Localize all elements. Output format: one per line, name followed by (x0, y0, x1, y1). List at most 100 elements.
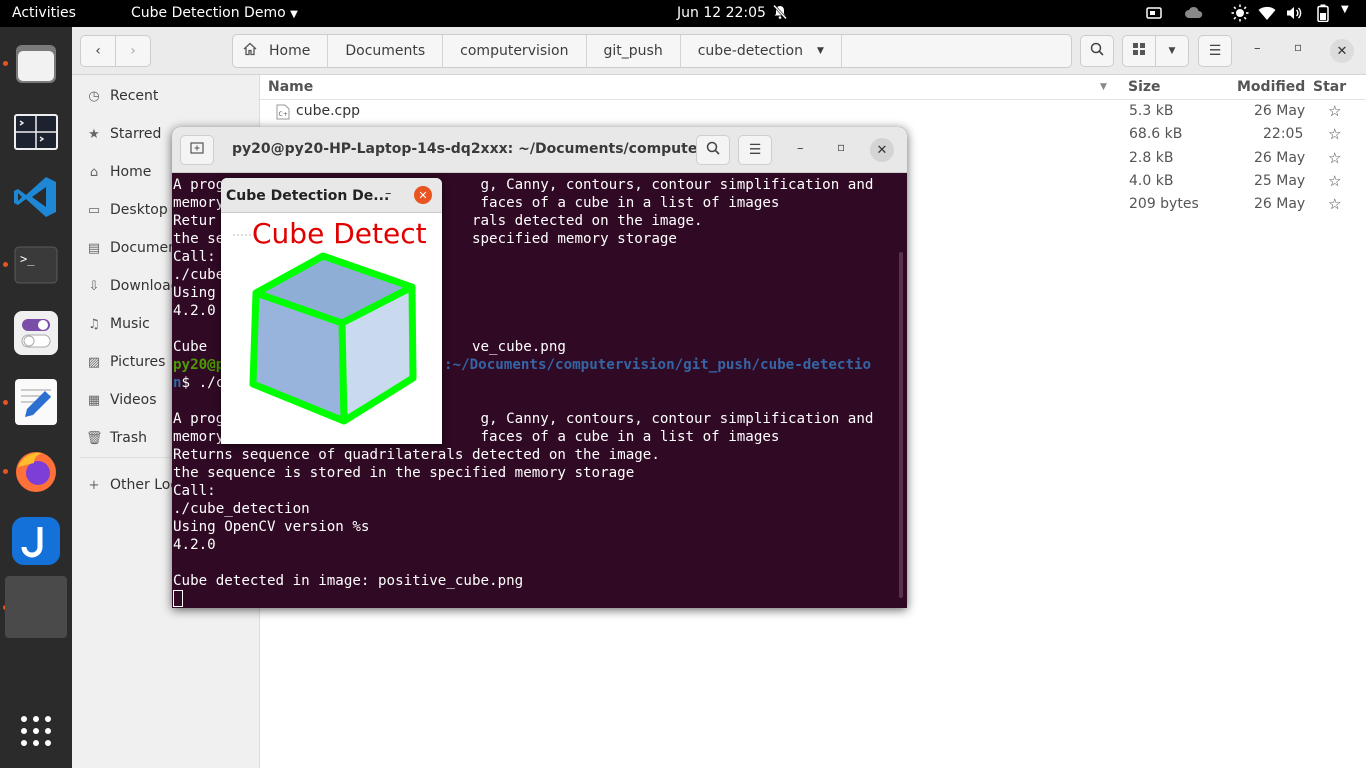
column-header-modified[interactable]: Modified (1237, 75, 1305, 99)
joplin-icon[interactable] (12, 517, 60, 565)
view-options-button[interactable]: ▼ (1155, 35, 1189, 67)
cloud-icon[interactable] (1184, 5, 1204, 25)
opencv-headerbar: Cube Detection De... – ✕ (221, 178, 442, 213)
picture-icon: ▨ (87, 354, 101, 370)
sidebar-item-recent[interactable]: ◷ Recent (86, 85, 158, 107)
trash-icon: 🗑 (86, 430, 103, 446)
chevron-down-icon: ▼ (290, 9, 298, 20)
star-toggle-icon[interactable]: ☆ (1328, 172, 1341, 190)
battery-icon[interactable] (1317, 4, 1329, 26)
sidebar-item-pictures[interactable]: ▨ Pictures (86, 351, 166, 373)
star-toggle-icon[interactable]: ☆ (1328, 195, 1341, 213)
blank-app[interactable] (5, 576, 67, 638)
search-icon (1090, 42, 1104, 60)
brightness-icon[interactable] (1231, 4, 1249, 26)
minimize-icon[interactable]: – (385, 186, 392, 201)
running-indicator (3, 61, 8, 66)
sidebar-item-trash[interactable]: 🗑 Trash (86, 427, 147, 449)
text-editor-icon[interactable] (15, 379, 57, 425)
plus-icon: + (88, 477, 100, 493)
prompt-path: :~/Documents/computervision/git_push/cub… (444, 357, 872, 373)
system-menu-chevron-icon[interactable]: ▼ (1341, 4, 1349, 15)
sidebar-item-desktop[interactable]: ▭ Desktop (86, 199, 168, 221)
new-tab-button[interactable] (180, 135, 214, 165)
video-icon: ▦ (87, 392, 101, 408)
terminal-line: 4.2.0 (173, 537, 216, 553)
desktop-icon: ▭ (87, 202, 101, 218)
minimize-icon[interactable]: – (797, 141, 804, 156)
firefox-icon[interactable] (12, 447, 60, 495)
activities-button[interactable]: Activities (12, 5, 76, 21)
file-modified: 26 May (1254, 103, 1306, 119)
files-icon[interactable] (12, 39, 60, 87)
column-header-name[interactable]: Name (268, 75, 313, 99)
star-toggle-icon[interactable]: ☆ (1328, 102, 1341, 120)
sidebar-item-videos[interactable]: ▦ Videos (86, 389, 157, 411)
sidebar-item-label: Videos (110, 392, 157, 408)
sidebar-item-label: Recent (110, 88, 159, 104)
main-menu-button[interactable]: ☰ (1198, 35, 1232, 67)
minimize-icon[interactable]: – (1254, 41, 1261, 56)
sidebar-item-starred[interactable]: ★ Starred (86, 123, 161, 145)
breadcrumb-computervision[interactable]: computervision (443, 35, 587, 67)
breadcrumb-git-push[interactable]: git_push (587, 35, 681, 67)
sidebar-item-label: Trash (110, 430, 147, 446)
forward-button[interactable]: › (115, 35, 151, 67)
maximize-icon[interactable]: ▫ (837, 140, 845, 154)
close-icon[interactable]: ✕ (414, 186, 432, 204)
file-modified: 26 May (1254, 150, 1306, 166)
file-row[interactable]: C+ cube.cpp 5.3 kB 26 May ☆ (260, 100, 1366, 123)
breadcrumb-documents[interactable]: Documents (328, 35, 444, 67)
download-icon: ⇩ (88, 278, 100, 294)
clock[interactable]: Jun 12 22:05 (677, 5, 766, 21)
sidebar-item-home[interactable]: ⌂ Home (86, 161, 151, 183)
files-headerbar: ‹ › Home Documents computervision git_pu… (72, 27, 1366, 75)
breadcrumb: Home Documents computervision git_push c… (232, 34, 1072, 68)
column-header-star[interactable]: Star (1313, 75, 1346, 99)
screenshot-icon[interactable] (12, 107, 60, 155)
close-icon[interactable]: ✕ (870, 138, 894, 162)
breadcrumb-cube-detection[interactable]: cube-detection ▼ (681, 35, 842, 67)
apps-grid-icon[interactable] (12, 707, 60, 755)
terminal-prompt-line: n$ ./c (173, 374, 224, 392)
chevron-down-icon: ▼ (816, 46, 824, 56)
back-button[interactable]: ‹ (80, 35, 116, 67)
vscode-icon[interactable] (12, 173, 60, 221)
terminal-icon[interactable]: >_ (12, 241, 60, 289)
file-modified: 26 May (1254, 196, 1306, 212)
star-icon: ★ (88, 126, 100, 142)
breadcrumb-home-label: Home (269, 43, 311, 59)
terminal-scrollbar[interactable] (899, 252, 903, 598)
terminal-line: Returns sequence of quadrilaterals detec… (173, 447, 660, 463)
prompt-command: $ ./c (181, 375, 225, 391)
breadcrumb-home[interactable]: Home (233, 35, 329, 67)
document-icon: ▤ (87, 240, 101, 256)
file-size: 4.0 kB (1129, 173, 1174, 189)
view-grid-button[interactable] (1122, 35, 1156, 67)
sidebar-item-music[interactable]: ♫ Music (86, 313, 150, 335)
terminal-line: ./cube (173, 267, 225, 283)
overlay-text: Cube Detect (252, 217, 427, 250)
sidebar-item-label: Music (110, 316, 150, 332)
star-toggle-icon[interactable]: ☆ (1328, 125, 1341, 143)
terminal-search-button[interactable] (696, 135, 730, 165)
column-header-size[interactable]: Size (1128, 75, 1161, 99)
terminal-menu-button[interactable]: ☰ (738, 135, 772, 165)
star-toggle-icon[interactable]: ☆ (1328, 149, 1341, 167)
breadcrumb-current-label: cube-detection (697, 43, 803, 59)
sort-chevron-icon[interactable]: ▼ (1100, 75, 1107, 99)
screen-capture-icon[interactable] (1146, 5, 1162, 25)
wifi-icon[interactable] (1258, 5, 1276, 25)
maximize-icon[interactable]: ▫ (1294, 40, 1302, 54)
settings-toggle-icon[interactable] (14, 311, 58, 355)
running-indicator (3, 400, 8, 405)
terminal-line: Using OpenCV version %s (173, 519, 370, 535)
volume-icon[interactable] (1286, 5, 1302, 25)
home-icon: ⌂ (89, 164, 99, 180)
search-button[interactable] (1080, 35, 1114, 67)
terminal-title: py20@py20-HP-Laptop-14s-dq2xxx: ~/Docume… (232, 141, 729, 157)
close-icon[interactable]: ✕ (1330, 39, 1354, 63)
opencv-window-title: Cube Detection De... (226, 188, 390, 204)
app-menu[interactable]: Cube Detection Demo ▼ (131, 5, 298, 21)
sidebar-item-label: Starred (110, 126, 162, 142)
